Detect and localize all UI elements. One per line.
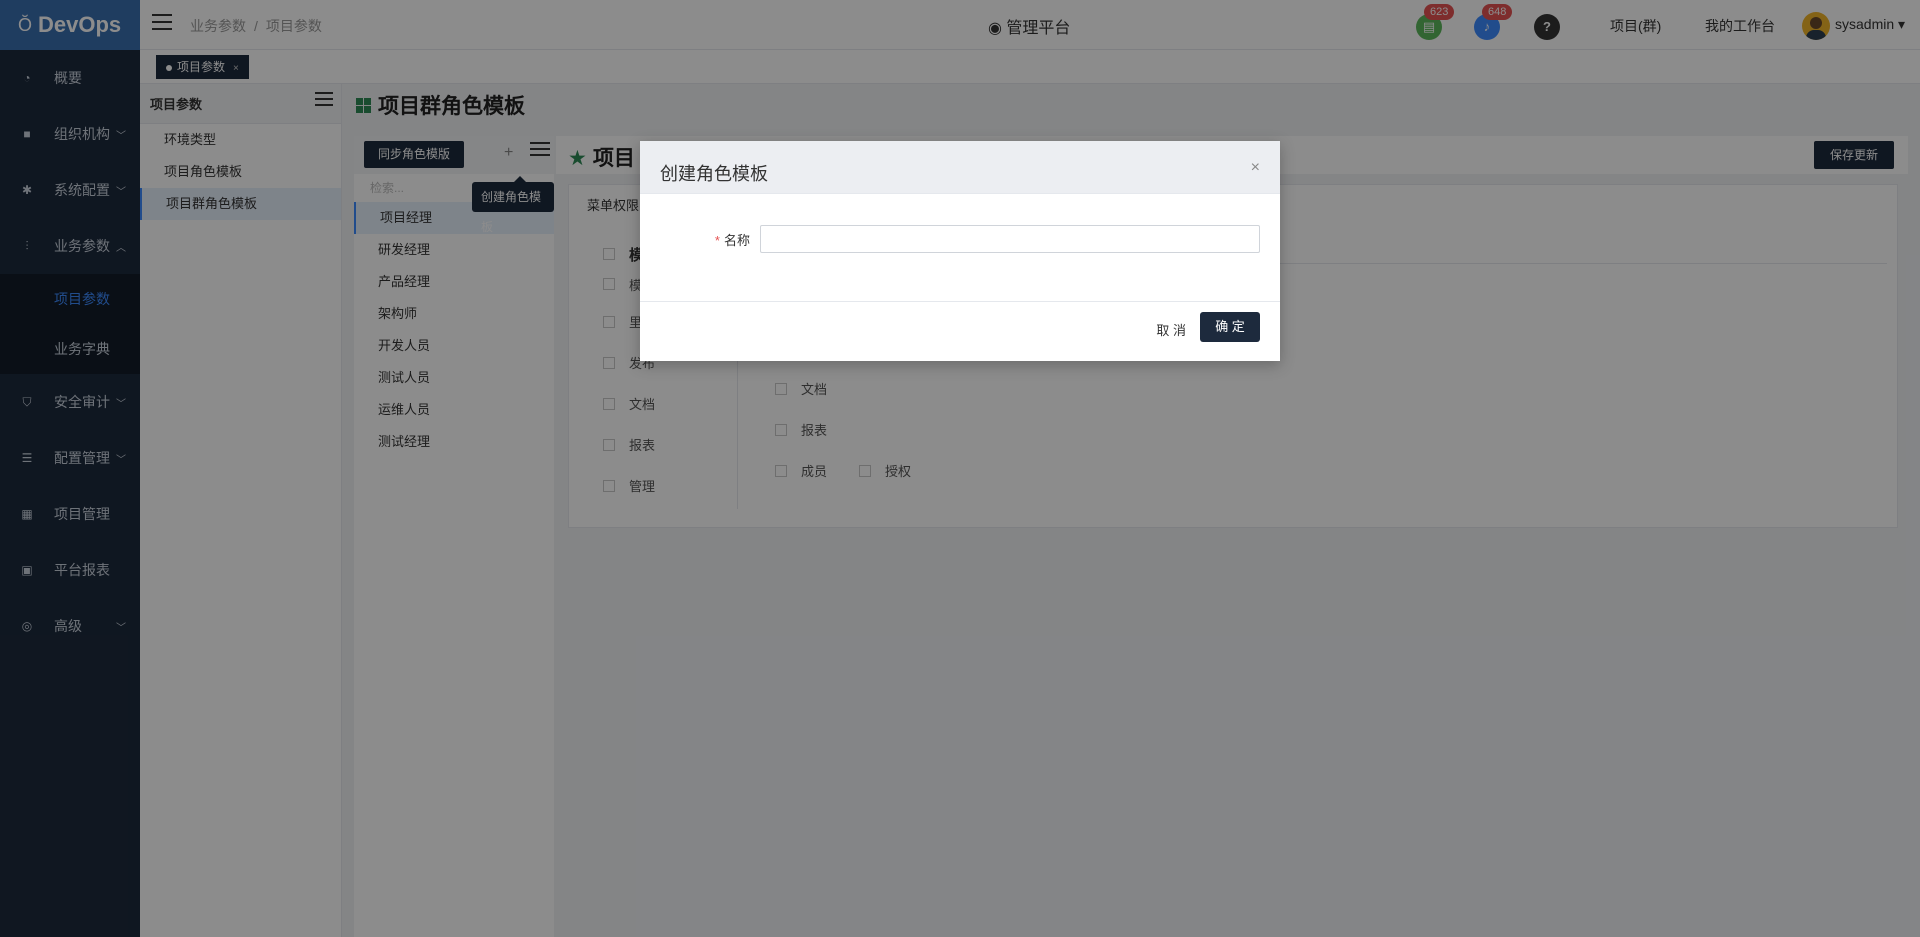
name-input[interactable] (760, 225, 1260, 253)
create-role-template-dialog: 创建角色模板 × * 名称 取 消 确 定 (640, 141, 1280, 361)
close-icon[interactable]: × (1251, 159, 1260, 177)
required-mark: * (714, 233, 720, 248)
dialog-footer: 取 消 确 定 (640, 301, 1280, 361)
cancel-button[interactable]: 取 消 (1156, 320, 1186, 339)
dialog-title: 创建角色模板 (660, 164, 768, 184)
name-label: * 名称 (714, 233, 750, 248)
confirm-button[interactable]: 确 定 (1200, 312, 1260, 342)
name-form-row: * 名称 (640, 225, 1280, 253)
dialog-header: 创建角色模板 × (640, 141, 1280, 194)
